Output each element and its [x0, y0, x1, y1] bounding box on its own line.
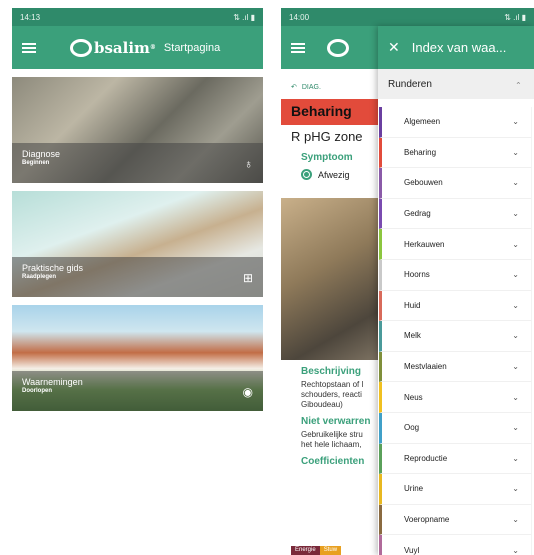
- index-item[interactable]: Hoorns ⌄: [379, 259, 532, 291]
- index-item[interactable]: Oog ⌄: [379, 412, 532, 444]
- index-item[interactable]: Reproductie ⌄: [379, 443, 532, 475]
- index-item-label: Beharing: [404, 147, 437, 157]
- status-icons: ⇅ .ıl ▮: [233, 12, 255, 22]
- index-item[interactable]: Mestvlaaien ⌄: [379, 351, 532, 383]
- tile-waarnemingen[interactable]: Waarnemingen Doorlopen ◉: [12, 305, 263, 411]
- index-item[interactable]: Algemeen ⌄: [379, 107, 532, 138]
- tile-title: Praktische gids: [22, 263, 84, 273]
- status-time: 14:00: [289, 12, 310, 22]
- stethoscope-icon: ♁: [244, 157, 253, 171]
- index-item-label: Reproductie: [404, 453, 448, 463]
- index-item-label: Oog: [404, 423, 420, 433]
- coefficient-bar: Energie Stuw: [291, 546, 381, 555]
- back-link-label: DIAG.: [301, 83, 321, 91]
- tile-caption: Diagnose Beginnen: [12, 143, 263, 183]
- coef-stuw: Stuw: [319, 546, 342, 555]
- obsalim-logo: bsalim ®: [70, 38, 156, 57]
- obsalim-logo: [327, 38, 351, 57]
- chevron-down-icon: ⌄: [512, 178, 519, 188]
- radio-selected-icon[interactable]: [301, 169, 312, 180]
- status-icons: ⇅ .ıl ▮: [504, 12, 526, 22]
- tile-title: Waarnemingen: [22, 377, 83, 387]
- chevron-down-icon: ⌄: [512, 362, 519, 372]
- chevron-up-icon: ⌄: [515, 79, 522, 89]
- index-drawer: ✕ Index van waa... Runderen ⌄ Algemeen ⌄ B…: [378, 26, 534, 555]
- index-item[interactable]: Urine ⌄: [379, 474, 532, 505]
- status-bar: 14:00 ⇅ .ıl ▮: [281, 8, 534, 26]
- chevron-down-icon: ⌄: [512, 453, 519, 463]
- group-label: Runderen: [388, 78, 432, 90]
- eye-icon: ◉: [242, 385, 253, 399]
- chevron-down-icon: ⌄: [512, 300, 519, 310]
- app-bar: bsalim ® Startpagina: [12, 26, 263, 69]
- index-item-label: Voeropname: [404, 515, 450, 525]
- chevron-down-icon: ⌄: [512, 515, 519, 525]
- index-item-label: Vuyl: [404, 545, 420, 555]
- index-header: ✕ Index van waa...: [378, 26, 534, 69]
- index-item[interactable]: Beharing ⌄: [379, 137, 532, 169]
- index-item-label: Gedrag: [404, 209, 431, 219]
- index-item-label: Melk: [404, 331, 421, 341]
- chevron-down-icon: ⌄: [512, 117, 519, 127]
- chevron-down-icon: ⌄: [512, 147, 519, 157]
- logo-swoosh-icon: [70, 38, 92, 57]
- index-item-label: Urine: [404, 484, 424, 494]
- index-item[interactable]: Vuyl ⌄: [379, 535, 532, 555]
- index-list: Algemeen ⌄ Beharing ⌄ Gebouwen ⌄ Gedrag ⌄ Herkau…: [378, 99, 534, 555]
- home-screen: 14:13 ⇅ .ıl ▮ bsalim ® Startpagina Diagno…: [12, 8, 263, 555]
- index-item[interactable]: Voeropname ⌄: [379, 504, 532, 536]
- tile-subtitle: Raadplegen: [22, 274, 57, 280]
- tile-title: Diagnose: [22, 149, 61, 159]
- tile-praktische-gids[interactable]: Praktische gids Raadplegen ⊞: [12, 191, 263, 297]
- back-arrow-icon: ↶: [291, 84, 297, 91]
- chevron-down-icon: ⌄: [512, 545, 519, 555]
- index-item[interactable]: Huid ⌄: [379, 290, 532, 322]
- index-screen: 14:00 ⇅ .ıl ▮ ↶ DIAG. Beharing R pHG zon…: [281, 8, 534, 555]
- index-item[interactable]: Gebouwen ⌄: [379, 168, 532, 199]
- logo-swoosh-icon: [327, 38, 349, 57]
- index-item-label: Neus: [404, 392, 423, 402]
- menu-icon[interactable]: [22, 42, 36, 53]
- chevron-down-icon: ⌄: [512, 484, 519, 494]
- status-time: 14:13: [20, 12, 41, 22]
- index-item-label: Gebouwen: [404, 178, 443, 188]
- index-item-label: Mestvlaaien: [404, 362, 447, 372]
- tile-caption: Waarnemingen Doorlopen: [12, 371, 263, 411]
- chevron-down-icon: ⌄: [512, 270, 519, 280]
- index-group-runderen[interactable]: Runderen ⌄: [378, 69, 534, 99]
- index-item-label: Algemeen: [404, 117, 441, 127]
- index-title: Index van waa...: [411, 40, 507, 55]
- index-item-label: Herkauwen: [404, 239, 445, 249]
- status-bar: 14:13 ⇅ .ıl ▮: [12, 8, 263, 26]
- tile-subtitle: Beginnen: [22, 160, 50, 166]
- page-title: Startpagina: [163, 41, 221, 54]
- menu-icon[interactable]: [291, 42, 305, 53]
- index-item[interactable]: Melk ⌄: [379, 321, 532, 352]
- tile-subtitle: Doorlopen: [22, 388, 52, 394]
- index-item[interactable]: Gedrag ⌄: [379, 198, 532, 230]
- chevron-down-icon: ⌄: [512, 392, 519, 402]
- index-item[interactable]: Herkauwen ⌄: [379, 229, 532, 260]
- chevron-down-icon: ⌄: [512, 423, 519, 433]
- chevron-down-icon: ⌄: [512, 331, 519, 341]
- index-item-label: Hoorns: [404, 270, 430, 280]
- tile-caption: Praktische gids Raadplegen: [12, 257, 263, 297]
- close-icon[interactable]: ✕: [388, 39, 400, 56]
- radio-label: Afwezig: [318, 169, 350, 180]
- index-item-label: Huid: [404, 300, 421, 310]
- tile-diagnose[interactable]: Diagnose Beginnen ♁: [12, 77, 263, 183]
- map-icon: ⊞: [242, 271, 253, 285]
- index-item[interactable]: Neus ⌄: [379, 382, 532, 413]
- chevron-down-icon: ⌄: [512, 239, 519, 249]
- chevron-down-icon: ⌄: [512, 209, 519, 219]
- coef-energie: Energie: [291, 546, 320, 555]
